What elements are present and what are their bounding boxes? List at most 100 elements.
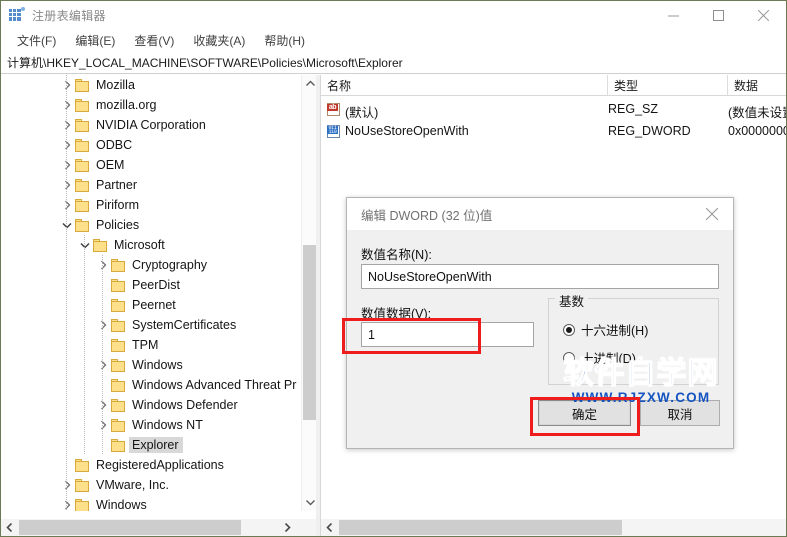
chevron-right-icon[interactable] (95, 395, 111, 415)
table-row[interactable]: 011 110 NoUseStoreOpenWith REG_DWORD 0x00… (321, 121, 786, 143)
address-bar[interactable]: 计算机\HKEY_LOCAL_MACHINE\SOFTWARE\Policies… (1, 52, 786, 74)
value-type: REG_SZ (608, 102, 659, 116)
chevron-right-icon[interactable] (95, 355, 111, 375)
tree-item-peernet[interactable]: Peernet (1, 295, 301, 315)
radio-hexadecimal[interactable]: 十六进制(H) (563, 320, 648, 339)
tree-guide-line (102, 295, 103, 315)
chevron-right-icon[interactable] (59, 155, 75, 175)
maximize-button[interactable] (696, 1, 741, 29)
tree-guide-line (66, 395, 67, 415)
menu-help[interactable]: 帮助(H) (255, 29, 315, 52)
tree-item-systemcertificates[interactable]: SystemCertificates (1, 315, 301, 335)
tree-item-odbc[interactable]: ODBC (1, 135, 301, 155)
chevron-right-icon[interactable] (59, 75, 75, 95)
tree-item-label: VMware, Inc. (96, 478, 169, 492)
registry-tree[interactable]: Mozilla mozilla.org NVIDIA Corporation ODBC… (1, 75, 301, 511)
tree-item-cryptography[interactable]: Cryptography (1, 255, 301, 275)
menu-favorites[interactable]: 收藏夹(A) (184, 29, 255, 52)
menu-file[interactable]: 文件(F) (8, 29, 66, 52)
tree-item-label: Explorer (129, 437, 183, 453)
tree-item-tpm[interactable]: TPM (1, 335, 301, 355)
tree-guide-line (84, 335, 85, 355)
column-header-type[interactable]: 类型 (608, 75, 728, 95)
tree-item-windows-advanced-threat-pr[interactable]: Windows Advanced Threat Pr (1, 375, 301, 395)
tree-item-explorer[interactable]: Explorer (1, 435, 301, 455)
chevron-right-icon[interactable] (95, 255, 111, 275)
values-hscroll-thumb[interactable] (339, 520, 622, 535)
values-header-row: 名称 类型 数据 (321, 75, 786, 96)
scroll-right-arrow-icon[interactable] (279, 519, 296, 536)
chevron-down-icon[interactable] (77, 235, 93, 255)
chevron-right-icon[interactable] (95, 415, 111, 435)
close-button[interactable] (741, 1, 786, 29)
chevron-right-icon[interactable] (59, 475, 75, 495)
tree-item-mozilla-org[interactable]: mozilla.org (1, 95, 301, 115)
tree-item-windows[interactable]: Windows (1, 495, 301, 511)
folder-icon (75, 158, 90, 172)
tree-item-mozilla[interactable]: Mozilla (1, 75, 301, 95)
folder-icon (111, 438, 126, 452)
chevron-right-icon[interactable] (59, 135, 75, 155)
chevron-right-icon[interactable] (59, 95, 75, 115)
tree-item-piriform[interactable]: Piriform (1, 195, 301, 215)
tree-item-label: Mozilla (96, 78, 135, 92)
tree-item-windows-nt[interactable]: Windows NT (1, 415, 301, 435)
values-scroll-left-arrow-icon[interactable] (321, 519, 338, 536)
tree-leaf-spacer (95, 275, 111, 295)
column-header-data[interactable]: 数据 (728, 75, 786, 95)
tree-item-label: Piriform (96, 198, 140, 212)
tree-item-policies[interactable]: Policies (1, 215, 301, 235)
chevron-right-icon[interactable] (59, 115, 75, 135)
cancel-button[interactable]: 取消 (640, 400, 720, 426)
radio-decimal[interactable]: 十进制(D) (563, 348, 636, 367)
tree-item-vmware-inc[interactable]: VMware, Inc. (1, 475, 301, 495)
chevron-right-icon[interactable] (59, 495, 75, 511)
tree-item-microsoft[interactable]: Microsoft (1, 235, 301, 255)
tree-item-oem[interactable]: OEM (1, 155, 301, 175)
folder-icon (75, 478, 90, 492)
ok-button[interactable]: 确定 (538, 400, 631, 426)
tree-item-label: Microsoft (114, 238, 165, 252)
minimize-button[interactable] (651, 1, 696, 29)
folder-icon (75, 458, 90, 472)
registry-editor-icon (9, 7, 25, 23)
folder-icon (111, 278, 126, 292)
dialog-close-icon[interactable] (691, 199, 733, 230)
chevron-right-icon[interactable] (59, 195, 75, 215)
scroll-left-arrow-icon[interactable] (1, 519, 18, 536)
tree-item-windows[interactable]: Windows (1, 355, 301, 375)
tree-item-label: Windows (96, 498, 147, 511)
tree-item-label: Peernet (132, 298, 176, 312)
tree-item-label: Windows Advanced Threat Pr (132, 378, 297, 392)
tree-item-partner[interactable]: Partner (1, 175, 301, 195)
tree-item-label: Windows Defender (132, 398, 238, 412)
tree-guide-line (102, 335, 103, 355)
tree-item-registeredapplications[interactable]: RegisteredApplications (1, 455, 301, 475)
chevron-down-icon[interactable] (59, 215, 75, 235)
values-horizontal-scrollbar[interactable] (321, 519, 786, 536)
tree-item-windows-defender[interactable]: Windows Defender (1, 395, 301, 415)
value-name-input[interactable]: NoUseStoreOpenWith (361, 264, 719, 289)
dialog-body: 数值名称(N): NoUseStoreOpenWith 数值数据(V): 1 基… (347, 230, 733, 448)
registry-editor-window: 注册表编辑器 文件(F) 编辑(E) 查看(V) 收藏夹(A) 帮助(H) 计算… (0, 0, 787, 537)
column-header-name[interactable]: 名称 (321, 75, 608, 95)
tree-guide-line (84, 375, 85, 395)
tree-hscroll-thumb[interactable] (19, 520, 241, 535)
tree-item-nvidia-corporation[interactable]: NVIDIA Corporation (1, 115, 301, 135)
tree-horizontal-scrollbar[interactable] (1, 519, 319, 536)
title-bar: 注册表编辑器 (1, 1, 786, 29)
tree-guide-line (84, 295, 85, 315)
string-value-icon: ab (327, 103, 341, 117)
tree-guide-line (102, 315, 103, 335)
value-data-input[interactable]: 1 (361, 322, 534, 347)
tree-item-peerdist[interactable]: PeerDist (1, 275, 301, 295)
chevron-right-icon[interactable] (59, 175, 75, 195)
menu-bar: 文件(F) 编辑(E) 查看(V) 收藏夹(A) 帮助(H) (1, 29, 786, 52)
tree-guide-line (102, 375, 103, 395)
chevron-right-icon[interactable] (95, 315, 111, 335)
table-row[interactable]: ab (默认) REG_SZ (数值未设置 (321, 99, 786, 121)
menu-edit[interactable]: 编辑(E) (66, 29, 125, 52)
menu-view[interactable]: 查看(V) (125, 29, 184, 52)
folder-icon (111, 398, 126, 412)
tree-guide-line (66, 75, 67, 95)
